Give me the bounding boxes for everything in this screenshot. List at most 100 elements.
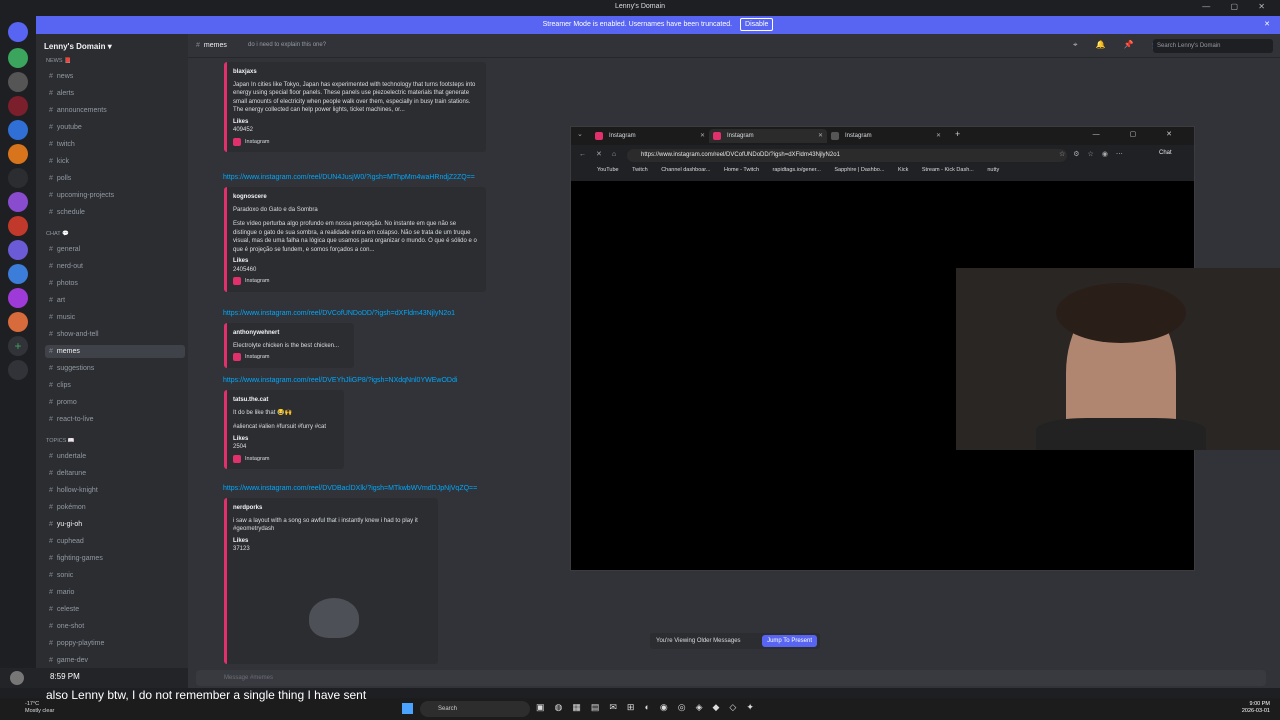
channel-kick[interactable]: # kick [45, 155, 185, 168]
bookmark[interactable]: Kick [898, 167, 908, 173]
discover-icon[interactable] [8, 360, 28, 380]
taskbar-apps[interactable]: ▣◍▦▤✉⊞◐◉◎◈◆◇✦ [536, 702, 764, 713]
channel-photos[interactable]: # photos [45, 277, 185, 290]
channel-game-dev[interactable]: # game-dev [45, 654, 185, 667]
message-link[interactable]: https://www.instagram.com/reel/DVCofUNDo… [223, 310, 455, 317]
window-controls[interactable]: — ▢ ✕ [1202, 2, 1274, 11]
message-input[interactable]: Message #memes [196, 670, 1266, 686]
channel-polls[interactable]: # polls [45, 172, 185, 185]
server-icon[interactable] [8, 192, 28, 212]
channel-twitch[interactable]: # twitch [45, 138, 185, 151]
server-icon[interactable] [8, 216, 28, 236]
category-chat[interactable]: CHAT 💬 [46, 231, 69, 237]
embed-footer: Instagram [233, 353, 348, 362]
avatar[interactable] [10, 671, 24, 685]
channel-one-shot[interactable]: # one-shot [45, 620, 185, 633]
channel-art[interactable]: # art [45, 294, 185, 307]
embed-author[interactable]: blaxjaxs [233, 68, 480, 77]
bookmark[interactable]: Channel dashboar... [661, 167, 710, 173]
channel-memes[interactable]: # memes [45, 345, 185, 358]
discord-home-icon[interactable] [8, 22, 28, 42]
bookmark[interactable]: rapidtags.io/gener... [773, 167, 821, 173]
server-icon[interactable] [8, 144, 28, 164]
category-topics[interactable]: TOPICS 📖 [46, 438, 75, 444]
channel-poppy-playtime[interactable]: # poppy-playtime [45, 637, 185, 650]
channel-undertale[interactable]: # undertale [45, 450, 185, 463]
server-icon[interactable] [8, 264, 28, 284]
bookmark[interactable]: Home - Twitch [724, 167, 759, 173]
bookmark[interactable]: Twitch [632, 167, 648, 173]
server-icon[interactable] [8, 96, 28, 116]
search-input[interactable]: Search Lenny's Domain [1153, 39, 1273, 53]
channel-cuphead[interactable]: # cuphead [45, 535, 185, 548]
embed-author[interactable]: anthonywehnert [233, 329, 348, 338]
jump-to-present-button[interactable]: Jump To Present [762, 635, 817, 647]
category-news[interactable]: NEWS 📕 [46, 58, 71, 64]
close-icon[interactable]: ✕ [1264, 16, 1270, 34]
server-icon[interactable] [8, 288, 28, 308]
message-link[interactable]: https://www.instagram.com/reel/DVDBaclDX… [223, 485, 477, 492]
bookmark[interactable]: Sapphire | Dashbo... [834, 167, 884, 173]
clock[interactable]: 9:00 PM 2026-03-01 [1242, 701, 1270, 715]
server-icon[interactable] [8, 120, 28, 140]
browser-tab[interactable]: Instagram ✕ [827, 129, 945, 143]
channel-music[interactable]: # music [45, 311, 185, 324]
taskbar-search[interactable]: Search [420, 701, 530, 717]
title-bar: Lenny's Domain — ▢ ✕ [0, 0, 1280, 16]
channel-news[interactable]: # news [45, 70, 185, 83]
extension-icons[interactable]: ☆⚙☆◉⋯ [1059, 150, 1131, 158]
window-controls[interactable]: — ▢ ✕ [1093, 130, 1186, 138]
copilot-chat-button[interactable]: Chat [1159, 150, 1172, 156]
bookmark[interactable]: nutty [987, 167, 999, 173]
channel-yu-gi-oh[interactable]: # yu-gi-oh [45, 518, 185, 531]
channel-mario[interactable]: # mario [45, 586, 185, 599]
nav-buttons[interactable]: ←✕⌂ [579, 150, 626, 158]
channel-promo[interactable]: # promo [45, 396, 185, 409]
instagram-icon [713, 132, 721, 140]
server-icon[interactable] [8, 72, 28, 92]
channel-deltarune[interactable]: # deltarune [45, 467, 185, 480]
channel-suggestions[interactable]: # suggestions [45, 362, 185, 375]
channel-nerd-out[interactable]: # nerd-out [45, 260, 185, 273]
message-link[interactable]: https://www.instagram.com/reel/DUN4JusjW… [223, 174, 475, 181]
start-icon[interactable] [402, 703, 413, 714]
disable-button[interactable]: Disable [740, 18, 774, 31]
channel-alerts[interactable]: # alerts [45, 87, 185, 100]
bookmark[interactable]: Stream - Kick Dash... [922, 167, 974, 173]
channel-announcements[interactable]: # announcements [45, 104, 185, 117]
channel-upcoming-projects[interactable]: # upcoming-projects [45, 189, 185, 202]
embed-author[interactable]: tatsu.the.cat [233, 396, 338, 405]
message-link[interactable]: https://www.instagram.com/reel/DVEYhJliG… [223, 377, 457, 384]
close-tab-icon[interactable]: ✕ [936, 129, 941, 143]
server-icon[interactable] [8, 168, 28, 188]
bookmark[interactable]: YouTube [597, 167, 619, 173]
channel-react-to-live[interactable]: # react-to-live [45, 413, 185, 426]
channel-pokemon[interactable]: # pokémon [45, 501, 185, 514]
server-icon[interactable] [8, 312, 28, 332]
server-icon[interactable] [8, 240, 28, 260]
new-tab-icon[interactable]: + [955, 129, 960, 139]
close-tab-icon[interactable]: ✕ [700, 129, 705, 143]
server-name[interactable]: Lenny's Domain ▾ [44, 42, 112, 51]
address-bar[interactable]: https://www.instagram.com/reel/DVCofUNDo… [627, 149, 1067, 162]
embed-author[interactable]: kognoscere [233, 193, 480, 202]
instagram-icon [233, 353, 241, 362]
server-icon[interactable] [8, 48, 28, 68]
channel-general[interactable]: # general [45, 243, 185, 256]
channel-sonic[interactable]: # sonic [45, 569, 185, 582]
channel-clips[interactable]: # clips [45, 379, 185, 392]
tab-list-icon[interactable]: ⌄ [577, 130, 583, 138]
channel-show-and-tell[interactable]: # show-and-tell [45, 328, 185, 341]
channel-celeste[interactable]: # celeste [45, 603, 185, 616]
channel-schedule[interactable]: # schedule [45, 206, 185, 219]
embed-author[interactable]: nerdporks [233, 504, 432, 513]
channel-fighting-games[interactable]: # fighting-games [45, 552, 185, 565]
browser-tab[interactable]: Instagram ✕ [591, 129, 709, 143]
close-tab-icon[interactable]: ✕ [818, 129, 823, 143]
channel-hollow-knight[interactable]: # hollow-knight [45, 484, 185, 497]
add-server-icon[interactable]: + [8, 336, 28, 356]
instagram-embed: kognoscere Paradoxo do Gato e da Sombra … [224, 187, 486, 292]
weather-widget[interactable]: -17°C Mostly clear [25, 701, 54, 715]
channel-youtube[interactable]: # youtube [45, 121, 185, 134]
browser-tab[interactable]: Instagram ✕ [709, 129, 827, 143]
